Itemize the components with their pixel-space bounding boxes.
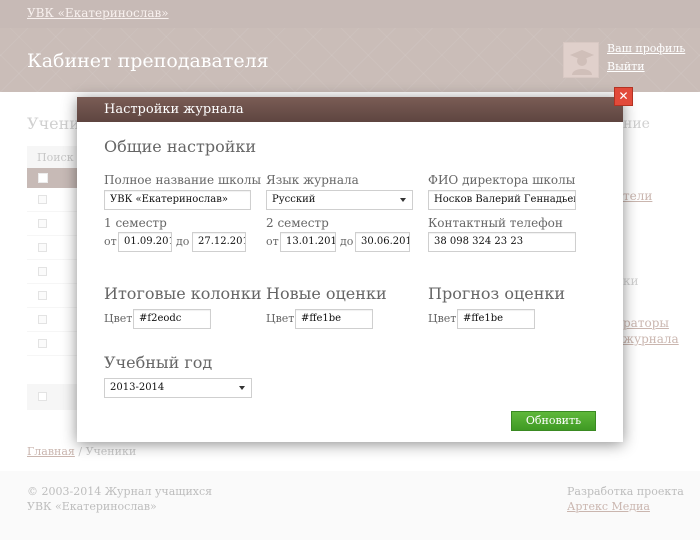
semester1-from-label: от [104,235,117,248]
phone-label: Контактный телефон [428,216,563,230]
director-input[interactable]: Носков Валерий Геннадьевич [428,190,576,210]
close-button[interactable]: ✕ [614,87,633,106]
semester2-from-label: от [266,235,279,248]
chevron-down-icon [239,386,245,390]
general-settings-heading: Общие настройки [104,137,257,156]
phone-input[interactable]: 38 098 324 23 23 [428,232,576,252]
final-columns-heading: Итоговые колонки [104,284,262,303]
semester2-from-input[interactable]: 13.01.2014 [280,232,336,252]
close-icon: ✕ [618,89,629,103]
semester1-label: 1 семестр [104,216,167,230]
forecast-color-input[interactable]: #ffe1be [457,309,535,329]
language-select-value: Русский [272,194,316,205]
semester1-to-label: до [176,235,190,248]
final-columns-color-input[interactable]: #f2eodc [133,309,211,329]
modal-title: Настройки журнала [104,102,244,117]
forecast-color-label: Цвет [428,312,457,325]
school-year-select-value: 2013-2014 [110,382,165,393]
new-grades-heading: Новые оценки [266,284,387,303]
language-label: Язык журнала [266,173,359,187]
modal-header: Настройки журнала [77,97,623,122]
update-button[interactable]: Обновить [511,411,596,431]
director-label: ФИО директора школы [428,173,576,187]
semester1-to-input[interactable]: 27.12.2013 [192,232,246,252]
school-year-select[interactable]: 2013-2014 [104,378,252,398]
school-name-label: Полное название школы [104,173,262,187]
semester2-to-label: до [340,235,354,248]
language-select[interactable]: Русский [266,190,413,210]
chevron-down-icon [400,198,406,202]
new-grades-color-label: Цвет [266,312,295,325]
journal-settings-modal: Настройки журнала ✕ Общие настройки Полн… [77,87,633,442]
semester1-from-input[interactable]: 01.09.2013 [118,232,172,252]
new-grades-color-input[interactable]: #ffe1be [295,309,373,329]
semester2-to-input[interactable]: 30.06.2014 [355,232,410,252]
final-columns-color-label: Цвет [104,312,133,325]
school-year-heading: Учебный год [104,353,213,372]
semester2-label: 2 семестр [266,216,329,230]
forecast-heading: Прогноз оценки [428,284,566,303]
school-name-input[interactable]: УВК «Екатеринослав» [104,190,251,210]
